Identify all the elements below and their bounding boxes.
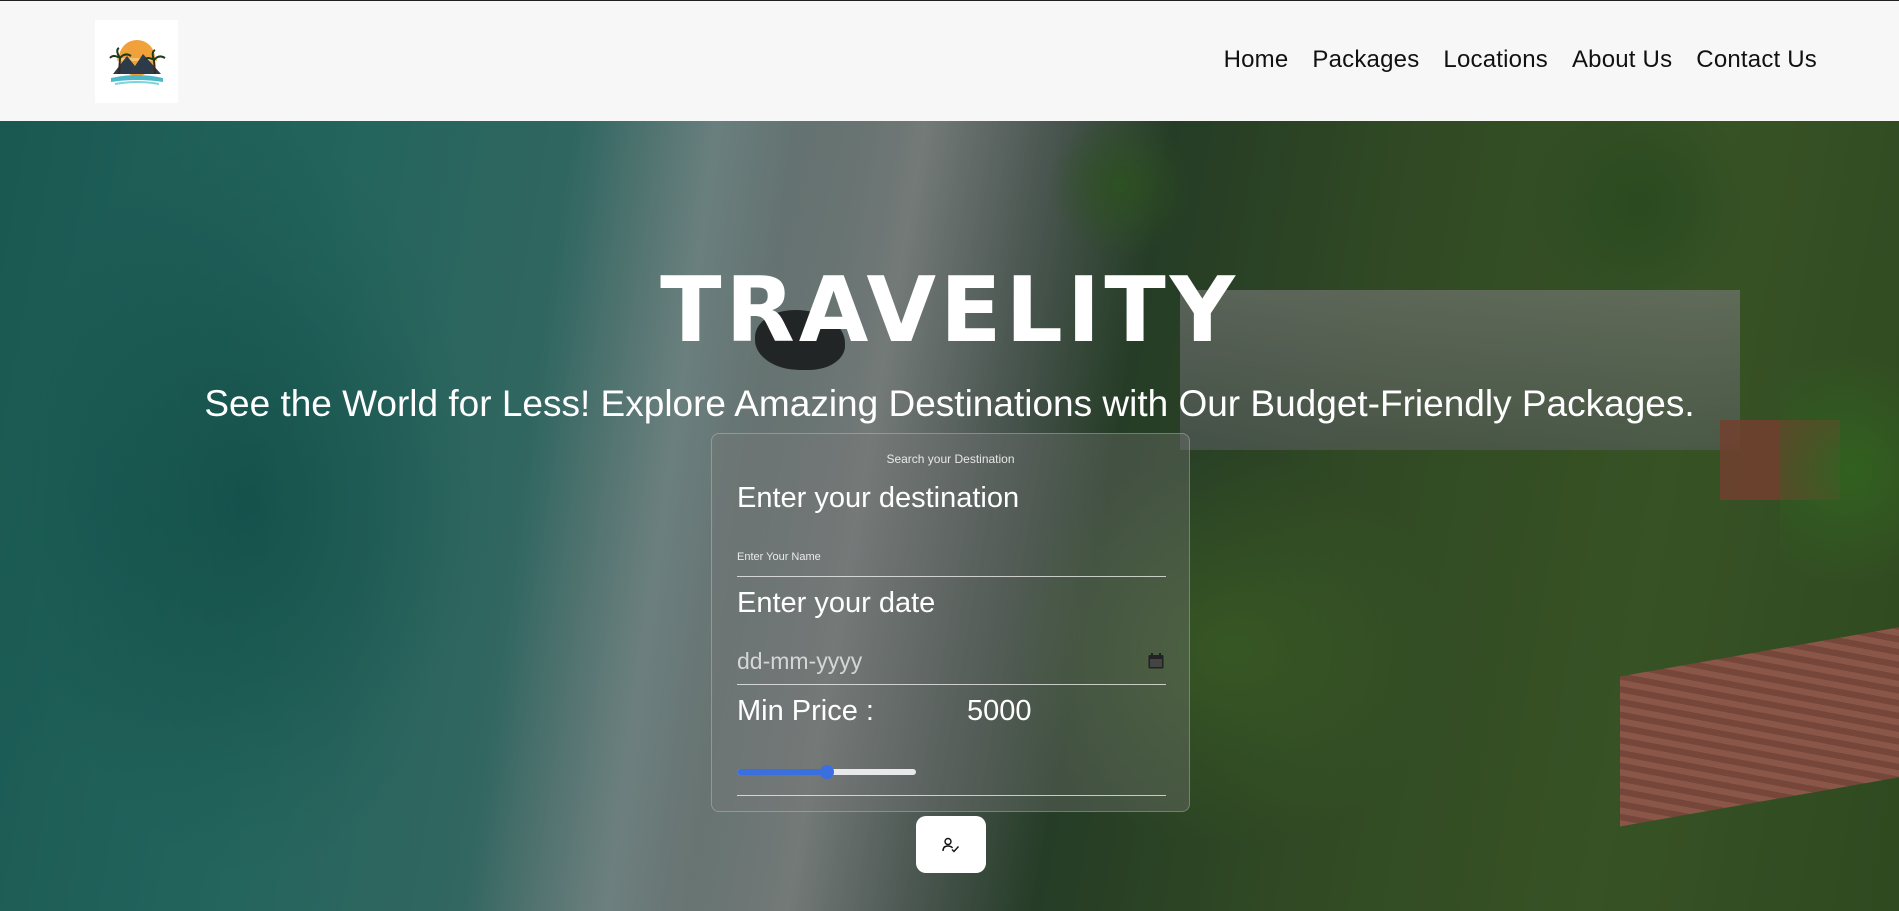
min-price-label: Min Price : <box>737 695 874 727</box>
name-field-underline[interactable] <box>737 576 1166 577</box>
navbar: Home Packages Locations About Us Contact… <box>0 0 1899 121</box>
calendar-icon[interactable] <box>1147 652 1165 670</box>
hero-title: TRAVELITY <box>660 258 1239 363</box>
palm-mountain-sunset-logo-icon <box>108 39 166 85</box>
submit-button[interactable] <box>916 816 986 873</box>
date-label: Enter your date <box>737 587 936 619</box>
name-field-label: Enter Your Name <box>737 551 821 563</box>
nav-packages[interactable]: Packages <box>1312 46 1419 74</box>
price-field-underline <box>737 795 1166 796</box>
nav-locations[interactable]: Locations <box>1443 46 1548 74</box>
price-slider[interactable] <box>737 764 916 780</box>
min-price-value: 5000 <box>967 695 1032 727</box>
form-heading: Search your Destination <box>886 452 1015 466</box>
main-nav: Home Packages Locations About Us Contact… <box>1200 46 1817 74</box>
nav-home[interactable]: Home <box>1224 46 1289 74</box>
date-placeholder: dd-mm-yyyy <box>737 647 863 674</box>
nav-contact-us[interactable]: Contact Us <box>1696 46 1817 74</box>
date-field-underline <box>737 684 1166 685</box>
slider-fill <box>737 769 827 775</box>
site-logo[interactable] <box>95 20 178 103</box>
nav-about-us[interactable]: About Us <box>1572 46 1672 74</box>
hero-subtitle: See the World for Less! Explore Amazing … <box>204 383 1695 424</box>
search-form: Search your Destination Enter Your Name … <box>711 433 1190 812</box>
date-input[interactable]: dd-mm-yyyy <box>737 644 1167 678</box>
person-check-icon <box>942 837 960 853</box>
destination-input[interactable] <box>737 478 1167 518</box>
slider-thumb[interactable] <box>819 765 834 779</box>
